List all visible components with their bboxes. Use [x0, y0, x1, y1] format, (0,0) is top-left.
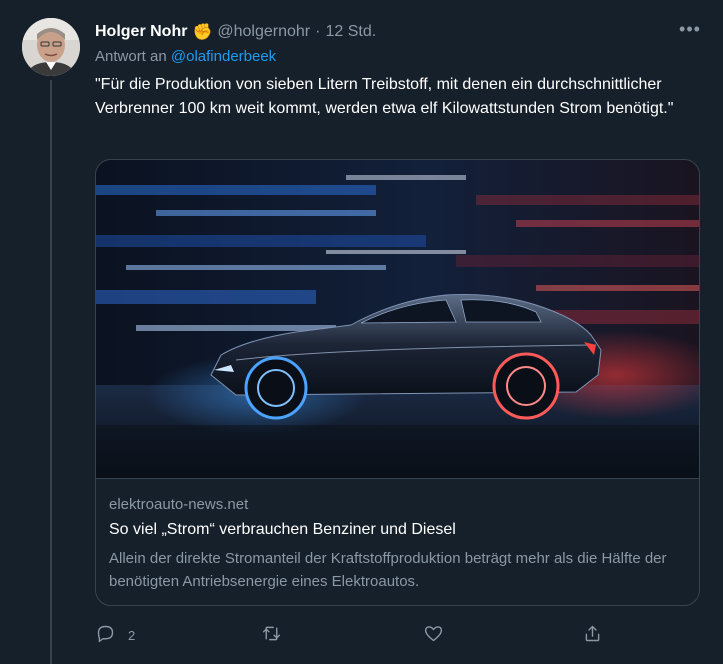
link-preview-card[interactable]: elektroauto-news.net So viel „Strom“ ver…	[95, 159, 700, 606]
card-description: Allein der direkte Stromanteil der Kraft…	[109, 550, 667, 590]
tweet-timestamp[interactable]: 12 Std.	[325, 23, 376, 41]
card-domain: elektroauto-news.net	[109, 496, 249, 513]
reply-icon[interactable]	[95, 623, 116, 647]
reply-count: 2	[128, 627, 136, 643]
like-icon[interactable]	[423, 623, 444, 647]
share-button[interactable]	[582, 620, 603, 650]
card-title: So viel „Strom“ verbrauchen Benziner und…	[109, 521, 456, 538]
like-button[interactable]	[423, 620, 456, 650]
retweet-button[interactable]	[261, 620, 294, 650]
card-image[interactable]	[96, 160, 699, 479]
reply-prefix: Antwort an	[95, 48, 167, 65]
action-bar: 2	[95, 620, 615, 650]
tweet-text: "Für die Produktion von sieben Litern Tr…	[95, 76, 674, 117]
reply-context: Antwort an @olafinderbeek	[95, 48, 276, 65]
separator-dot: ·	[315, 23, 321, 40]
reply-button[interactable]: 2	[95, 620, 135, 650]
tweet-header: Holger Nohr ✊ @holgernohr · 12 Std.	[95, 20, 376, 44]
fist-emoji-icon: ✊	[192, 24, 213, 41]
thread-line	[50, 80, 52, 664]
avatar[interactable]	[22, 18, 80, 76]
tweet[interactable]: Holger Nohr ✊ @holgernohr · 12 Std. ••• …	[0, 0, 723, 664]
share-icon[interactable]	[582, 623, 603, 647]
reply-mention-link[interactable]: @olafinderbeek	[171, 48, 276, 65]
author-name[interactable]: Holger Nohr	[95, 23, 187, 41]
author-handle[interactable]: @holgernohr	[217, 23, 310, 41]
retweet-icon[interactable]	[261, 623, 282, 647]
more-icon[interactable]: •••	[676, 20, 704, 41]
